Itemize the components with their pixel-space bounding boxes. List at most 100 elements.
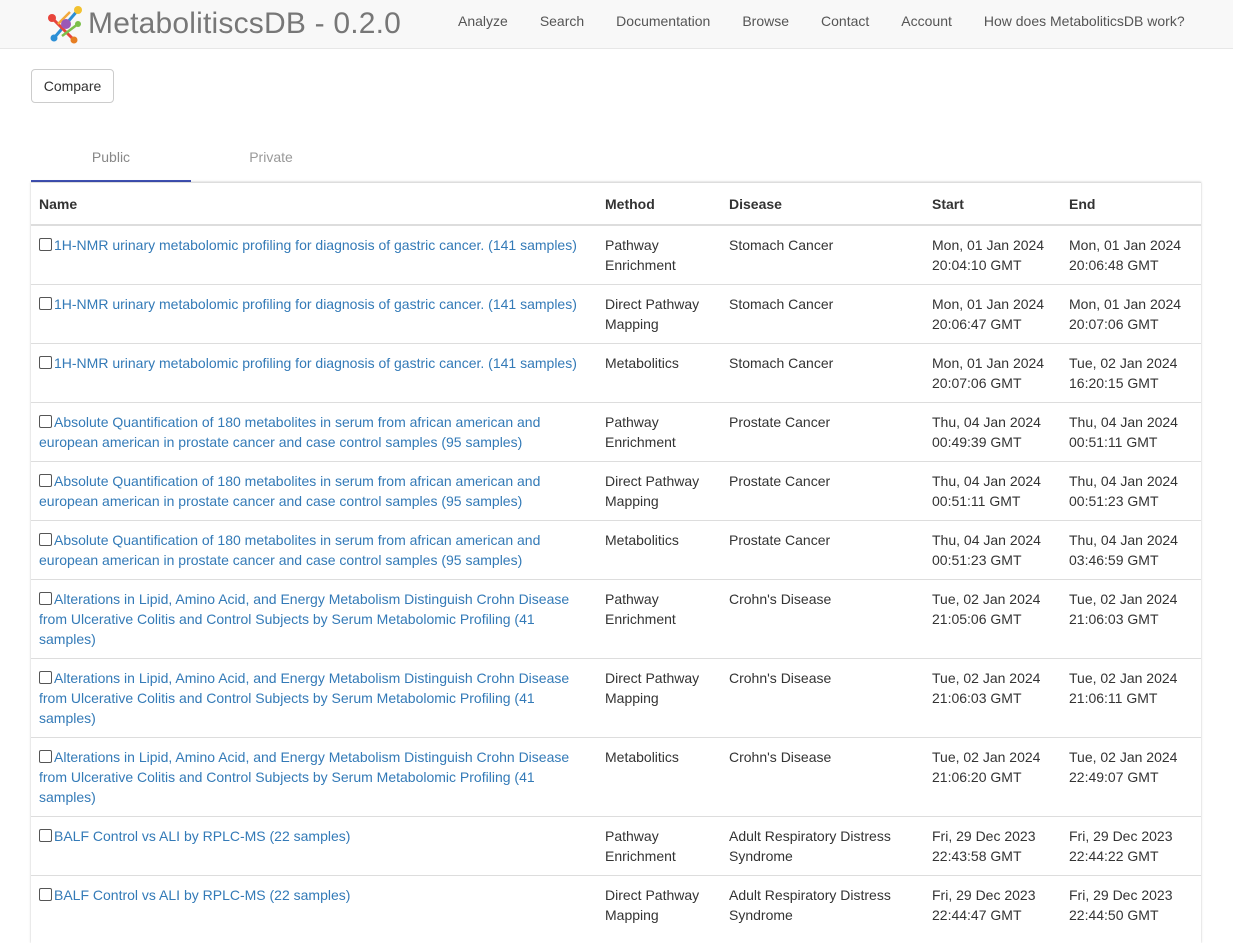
cell-end: Tue, 02 Jan 2024 21:06:11 GMT: [1061, 658, 1201, 738]
molecule-logo-icon: [48, 6, 82, 44]
cell-name: Absolute Quantification of 180 metabolit…: [31, 461, 597, 521]
cell-end: Fri, 29 Dec 2023 22:44:50 GMT: [1061, 875, 1201, 934]
brand-title: MetabolitiscsDB - 0.2.0: [88, 7, 402, 40]
cell-end: Tue, 02 Jan 2024 21:06:03 GMT: [1061, 579, 1201, 659]
nav-contact[interactable]: Contact: [805, 0, 885, 44]
visibility-tabs: Public Private: [31, 137, 1201, 182]
cell-disease: Crohn's Disease: [721, 737, 924, 817]
cell-method: Direct Pathway Mapping: [597, 658, 721, 738]
cell-disease: Prostate Cancer: [721, 461, 924, 521]
cell-start: Mon, 01 Jan 2024 20:04:10 GMT: [924, 224, 1061, 285]
analyses-table: Name Method Disease Start End 1H-NMR uri…: [31, 183, 1201, 934]
table-body: 1H-NMR urinary metabolomic profiling for…: [31, 224, 1201, 934]
cell-end: Mon, 01 Jan 2024 20:06:48 GMT: [1061, 224, 1201, 285]
cell-name: 1H-NMR urinary metabolomic profiling for…: [31, 224, 597, 285]
analysis-link[interactable]: Alterations in Lipid, Amino Acid, and En…: [39, 591, 569, 647]
table-row: BALF Control vs ALI by RPLC-MS (22 sampl…: [31, 816, 1201, 876]
analysis-link[interactable]: 1H-NMR urinary metabolomic profiling for…: [54, 355, 577, 371]
table-row: 1H-NMR urinary metabolomic profiling for…: [31, 224, 1201, 285]
cell-method: Direct Pathway Mapping: [597, 284, 721, 344]
cell-start: Fri, 29 Dec 2023 22:43:58 GMT: [924, 816, 1061, 876]
cell-name: Absolute Quantification of 180 metabolit…: [31, 520, 597, 580]
top-navbar: MetabolitiscsDB - 0.2.0 Analyze Search D…: [0, 0, 1233, 49]
row-select-checkbox[interactable]: [39, 356, 52, 369]
table-row: Absolute Quantification of 180 metabolit…: [31, 461, 1201, 521]
cell-start: Thu, 04 Jan 2024 00:49:39 GMT: [924, 402, 1061, 462]
cell-name: Alterations in Lipid, Amino Acid, and En…: [31, 737, 597, 817]
row-select-checkbox[interactable]: [39, 671, 52, 684]
cell-name: BALF Control vs ALI by RPLC-MS (22 sampl…: [31, 875, 597, 934]
nav-analyze[interactable]: Analyze: [442, 0, 524, 44]
analysis-link[interactable]: BALF Control vs ALI by RPLC-MS (22 sampl…: [54, 887, 350, 903]
cell-end: Mon, 01 Jan 2024 20:07:06 GMT: [1061, 284, 1201, 344]
cell-disease: Prostate Cancer: [721, 402, 924, 462]
cell-disease: Stomach Cancer: [721, 343, 924, 403]
cell-start: Mon, 01 Jan 2024 20:07:06 GMT: [924, 343, 1061, 403]
cell-disease: Crohn's Disease: [721, 658, 924, 738]
cell-start: Thu, 04 Jan 2024 00:51:11 GMT: [924, 461, 1061, 521]
row-select-checkbox[interactable]: [39, 474, 52, 487]
cell-method: Direct Pathway Mapping: [597, 461, 721, 521]
cell-method: Pathway Enrichment: [597, 224, 721, 285]
table-header-row: Name Method Disease Start End: [31, 183, 1201, 226]
column-header-disease: Disease: [721, 183, 924, 226]
cell-name: Alterations in Lipid, Amino Acid, and En…: [31, 658, 597, 738]
cell-name: Absolute Quantification of 180 metabolit…: [31, 402, 597, 462]
cell-method: Metabolitics: [597, 520, 721, 580]
analysis-link[interactable]: Alterations in Lipid, Amino Acid, and En…: [39, 749, 569, 805]
row-select-checkbox[interactable]: [39, 415, 52, 428]
table-row: Alterations in Lipid, Amino Acid, and En…: [31, 737, 1201, 817]
cell-start: Tue, 02 Jan 2024 21:06:03 GMT: [924, 658, 1061, 738]
column-header-method: Method: [597, 183, 721, 226]
tab-public[interactable]: Public: [31, 137, 191, 182]
row-select-checkbox[interactable]: [39, 297, 52, 310]
analysis-link[interactable]: 1H-NMR urinary metabolomic profiling for…: [54, 296, 577, 312]
analysis-link[interactable]: Alterations in Lipid, Amino Acid, and En…: [39, 670, 569, 726]
nav-how-it-works[interactable]: How does MetaboliticsDB work?: [968, 0, 1201, 44]
row-select-checkbox[interactable]: [39, 829, 52, 842]
nav-search[interactable]: Search: [524, 0, 600, 44]
row-select-checkbox[interactable]: [39, 533, 52, 546]
analysis-link[interactable]: BALF Control vs ALI by RPLC-MS (22 sampl…: [54, 828, 350, 844]
column-header-start: Start: [924, 183, 1061, 226]
analysis-link[interactable]: Absolute Quantification of 180 metabolit…: [39, 532, 540, 568]
cell-end: Fri, 29 Dec 2023 22:44:22 GMT: [1061, 816, 1201, 876]
nav-account[interactable]: Account: [885, 0, 968, 44]
row-select-checkbox[interactable]: [39, 238, 52, 251]
cell-method: Direct Pathway Mapping: [597, 875, 721, 934]
cell-start: Tue, 02 Jan 2024 21:06:20 GMT: [924, 737, 1061, 817]
table-row: Alterations in Lipid, Amino Acid, and En…: [31, 658, 1201, 738]
table-row: 1H-NMR urinary metabolomic profiling for…: [31, 343, 1201, 403]
analysis-link[interactable]: 1H-NMR urinary metabolomic profiling for…: [54, 237, 577, 253]
row-select-checkbox[interactable]: [39, 592, 52, 605]
cell-disease: Prostate Cancer: [721, 520, 924, 580]
cell-disease: Stomach Cancer: [721, 224, 924, 285]
cell-end: Thu, 04 Jan 2024 03:46:59 GMT: [1061, 520, 1201, 580]
row-select-checkbox[interactable]: [39, 888, 52, 901]
cell-method: Pathway Enrichment: [597, 402, 721, 462]
cell-end: Thu, 04 Jan 2024 00:51:23 GMT: [1061, 461, 1201, 521]
analysis-link[interactable]: Absolute Quantification of 180 metabolit…: [39, 414, 540, 450]
cell-name: Alterations in Lipid, Amino Acid, and En…: [31, 579, 597, 659]
cell-name: 1H-NMR urinary metabolomic profiling for…: [31, 343, 597, 403]
cell-start: Tue, 02 Jan 2024 21:05:06 GMT: [924, 579, 1061, 659]
cell-method: Pathway Enrichment: [597, 816, 721, 876]
nav-documentation[interactable]: Documentation: [600, 0, 726, 44]
cell-disease: Crohn's Disease: [721, 579, 924, 659]
main-nav: Analyze Search Documentation Browse Cont…: [442, 0, 1201, 44]
row-select-checkbox[interactable]: [39, 750, 52, 763]
table-row: Absolute Quantification of 180 metabolit…: [31, 520, 1201, 580]
cell-disease: Adult Respiratory Distress Syndrome: [721, 816, 924, 876]
compare-button[interactable]: Compare: [31, 69, 114, 103]
nav-browse[interactable]: Browse: [726, 0, 805, 44]
cell-start: Mon, 01 Jan 2024 20:06:47 GMT: [924, 284, 1061, 344]
tab-private[interactable]: Private: [191, 137, 351, 180]
table-row: Alterations in Lipid, Amino Acid, and En…: [31, 579, 1201, 659]
table-row: Absolute Quantification of 180 metabolit…: [31, 402, 1201, 462]
table-row: 1H-NMR urinary metabolomic profiling for…: [31, 284, 1201, 344]
table-row: BALF Control vs ALI by RPLC-MS (22 sampl…: [31, 875, 1201, 934]
analyses-table-container: Name Method Disease Start End 1H-NMR uri…: [31, 182, 1201, 943]
analysis-link[interactable]: Absolute Quantification of 180 metabolit…: [39, 473, 540, 509]
cell-method: Metabolitics: [597, 737, 721, 817]
brand-link[interactable]: MetabolitiscsDB - 0.2.0: [44, 2, 401, 46]
